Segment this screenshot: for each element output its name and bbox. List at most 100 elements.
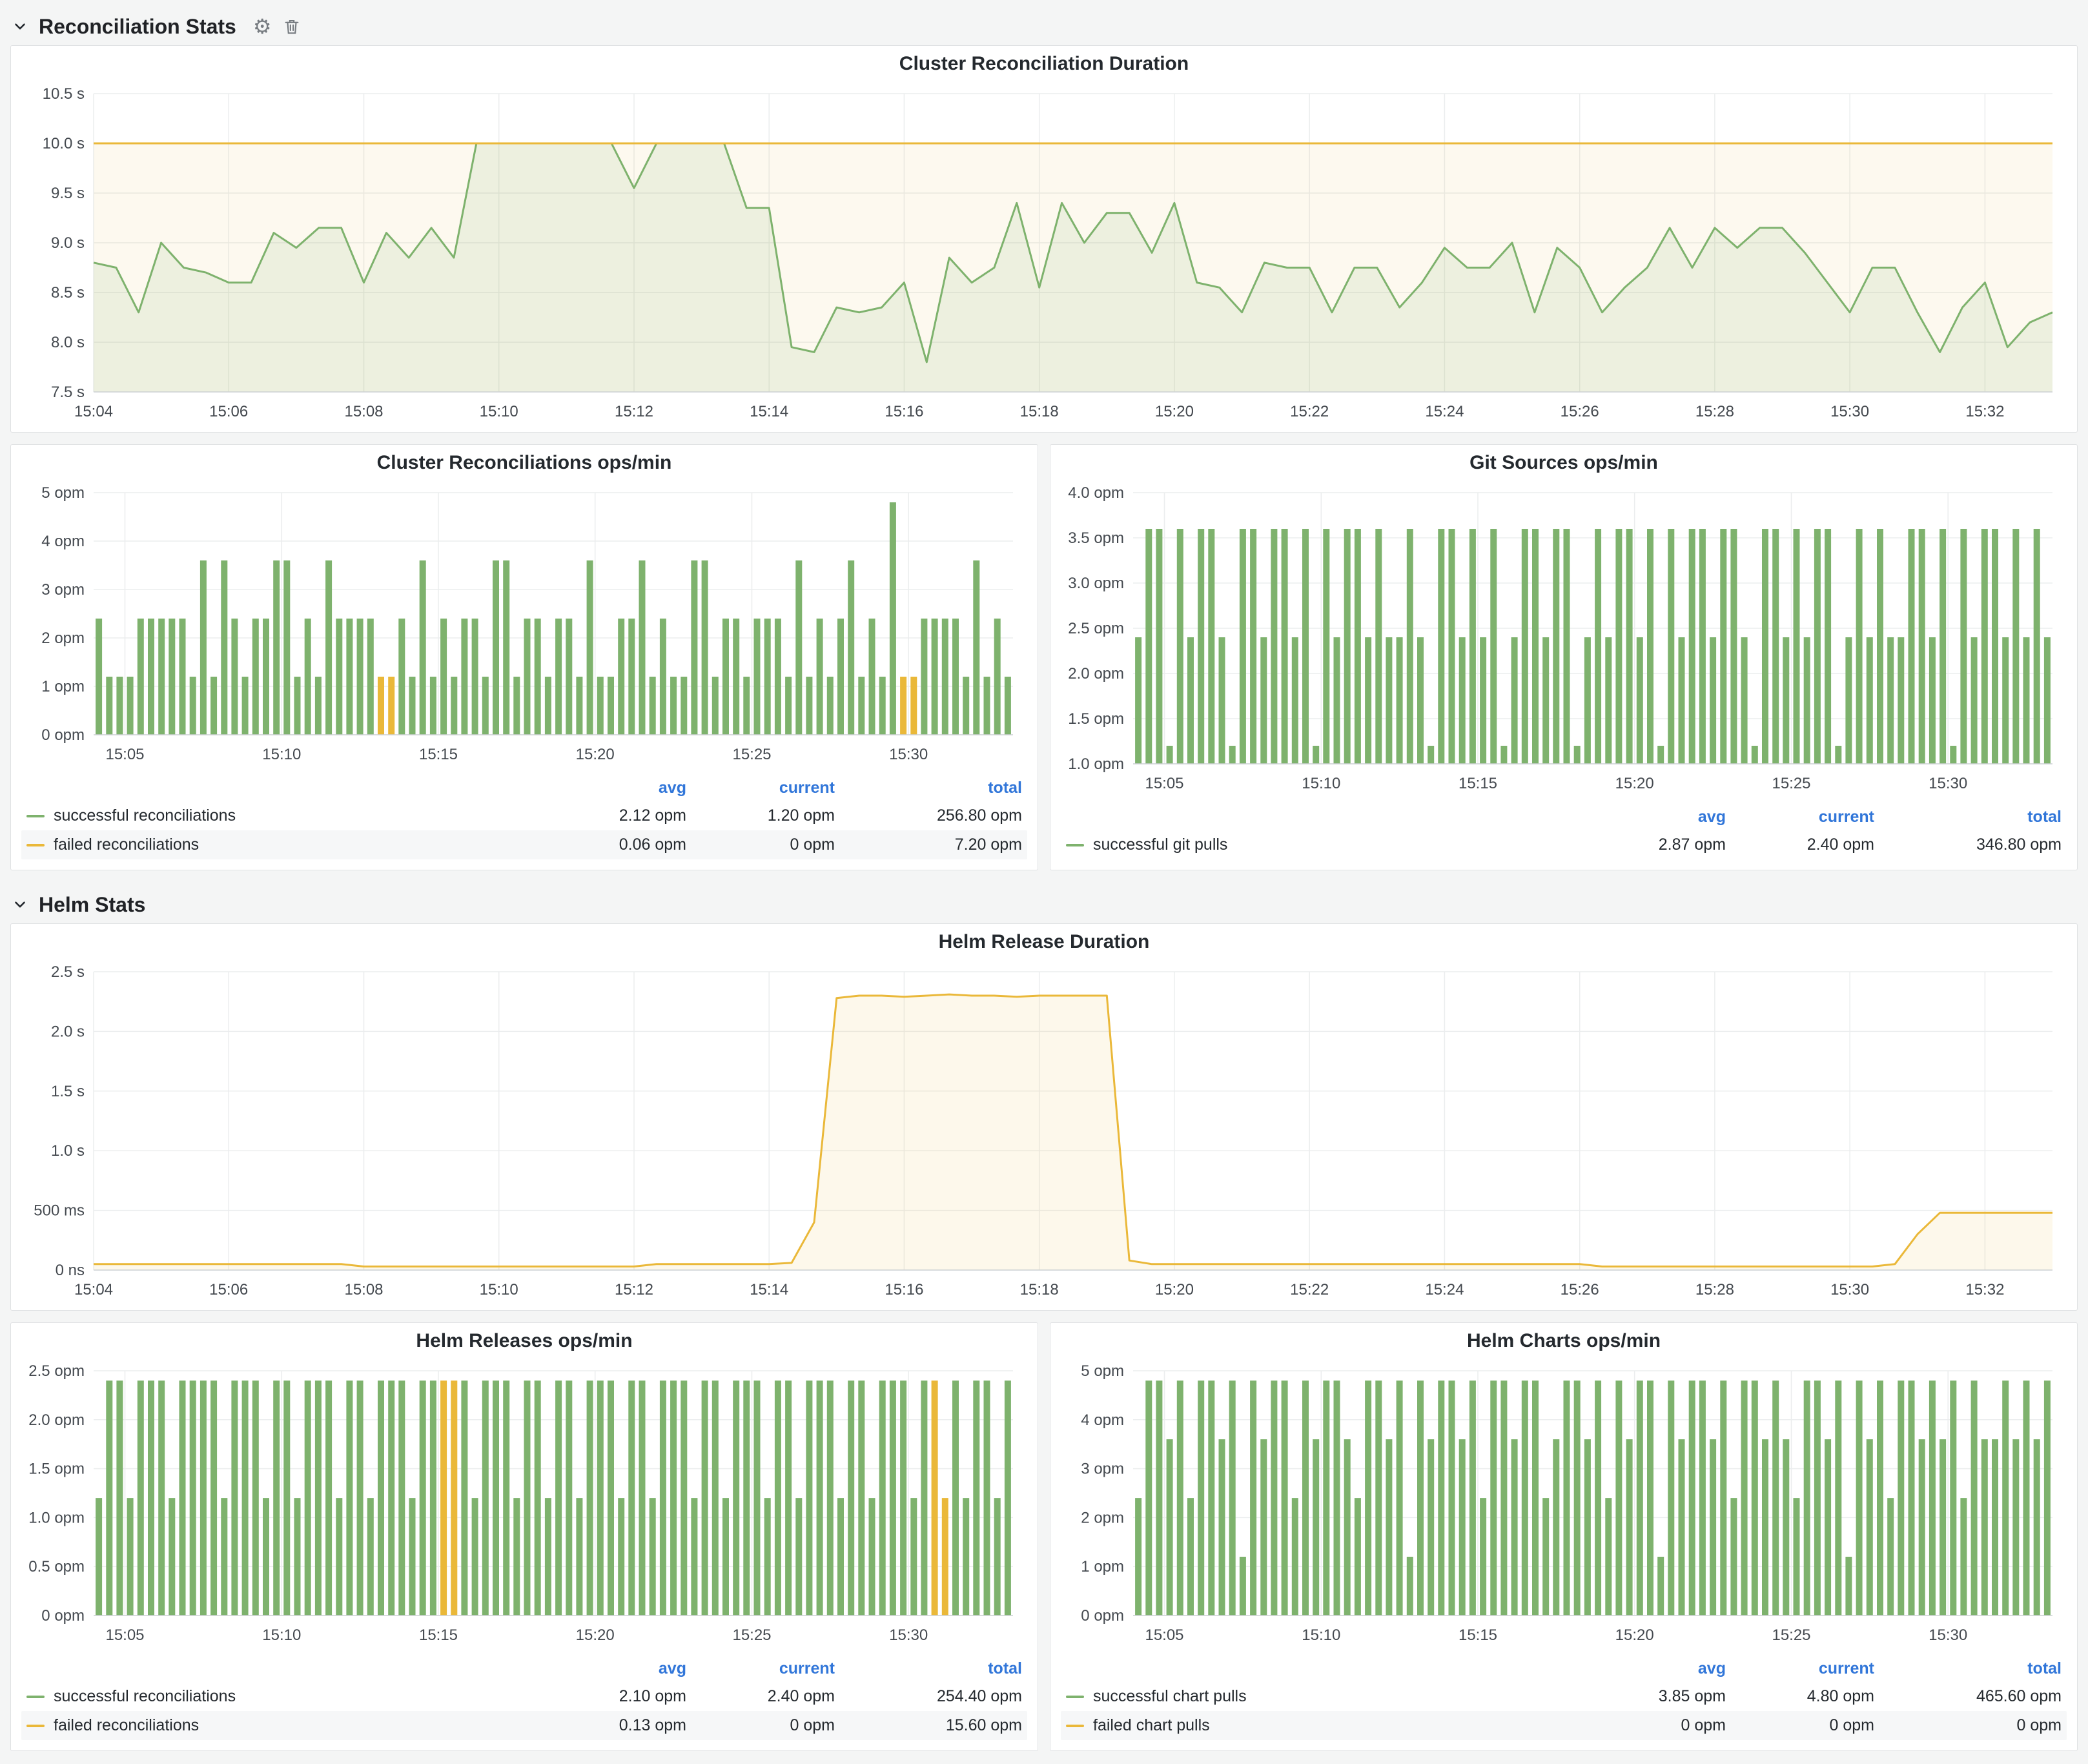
svg-text:15:22: 15:22 [1290,403,1329,420]
legend-column-current[interactable]: current [1726,808,1874,826]
panel-header[interactable]: Cluster Reconciliations ops/min [11,445,1038,481]
legend-column-current[interactable]: current [1726,1659,1874,1678]
svg-text:15:28: 15:28 [1695,1281,1734,1298]
legend-column-avg[interactable]: avg [1577,1659,1726,1678]
svg-text:15:24: 15:24 [1425,1281,1464,1298]
panel-header[interactable]: Helm Release Duration [11,924,2077,960]
git-sources-opm-chart[interactable]: 1.0 opm1.5 opm2.0 opm2.5 opm3.0 opm3.5 o… [1057,481,2071,804]
svg-text:3 opm: 3 opm [41,581,85,599]
svg-text:15:04: 15:04 [74,1281,113,1298]
legend-column-current[interactable]: current [686,1659,835,1678]
legend-header: avgcurrenttotal [21,777,1027,801]
legend: avgcurrenttotal successful chart pulls3.8… [1050,1656,2077,1750]
svg-text:15:05: 15:05 [105,1626,144,1644]
legend-value: 2.40 opm [686,1687,835,1706]
panel-header[interactable]: Helm Charts ops/min [1050,1323,2077,1359]
svg-text:3.0 opm: 3.0 opm [1068,575,1124,592]
svg-text:15:20: 15:20 [1615,775,1654,792]
legend-value: 0 opm [1874,1716,2062,1735]
panel-title[interactable]: Helm Release Duration [939,931,1150,953]
svg-text:1.5 opm: 1.5 opm [28,1461,85,1478]
panel-title[interactable]: Helm Releases ops/min [416,1330,632,1352]
svg-text:15:26: 15:26 [1561,1281,1599,1298]
svg-text:15:18: 15:18 [1020,1281,1059,1298]
svg-text:15:10: 15:10 [1302,1626,1340,1644]
svg-text:15:30: 15:30 [889,746,928,763]
dashboard: Reconciliation Stats ⚙ Cluster Reconcili… [0,0,2088,1764]
legend-value: 0 opm [686,1716,835,1735]
legend-column-avg[interactable]: avg [538,1659,686,1678]
legend-series-name[interactable]: failed reconciliations [26,1716,538,1735]
section-header-helm-stats[interactable]: Helm Stats [12,886,2078,923]
svg-text:4.0 opm: 4.0 opm [1068,484,1124,502]
legend-value: 465.60 opm [1874,1687,2062,1706]
panel-header[interactable]: Git Sources ops/min [1050,445,2077,481]
legend-series-name[interactable]: successful reconciliations [26,1687,538,1706]
legend-series-name[interactable]: failed chart pulls [1066,1716,1577,1735]
legend-row: failed chart pulls0 opm0 opm0 opm [1061,1711,2067,1740]
cluster-reconciliation-duration-chart[interactable]: 7.5 s8.0 s8.5 s9.0 s9.5 s10.0 s10.5 s15:… [17,82,2071,432]
legend-column-avg[interactable]: avg [1577,808,1726,826]
legend-column-total[interactable]: total [1874,1659,2062,1678]
svg-text:15:22: 15:22 [1290,1281,1329,1298]
gear-icon[interactable]: ⚙ [253,16,272,37]
legend: avgcurrenttotal successful reconciliation… [11,775,1038,870]
legend-series-name[interactable]: successful git pulls [1066,836,1577,854]
svg-text:15:26: 15:26 [1561,403,1599,420]
legend-value: 0 opm [1726,1716,1874,1735]
svg-text:15:32: 15:32 [1965,403,2004,420]
svg-text:0 ns: 0 ns [56,1262,85,1279]
svg-text:2.5 opm: 2.5 opm [1068,620,1124,637]
svg-text:7.5 s: 7.5 s [51,384,85,401]
helm-release-duration-chart[interactable]: 0 ns500 ms1.0 s1.5 s2.0 s2.5 s15:0415:06… [17,960,2071,1310]
panel-header[interactable]: Cluster Reconciliation Duration [11,46,2077,82]
legend-series-name[interactable]: failed reconciliations [26,836,538,854]
chart-svg: 0 opm1 opm2 opm3 opm4 opm5 opm15:0515:10… [17,481,1031,775]
svg-text:3 opm: 3 opm [1081,1461,1124,1478]
section-title[interactable]: Helm Stats [39,893,145,917]
svg-text:15:10: 15:10 [1302,775,1340,792]
svg-text:15:10: 15:10 [480,1281,518,1298]
svg-text:2.0 s: 2.0 s [51,1023,85,1040]
legend-series-name[interactable]: successful reconciliations [26,806,538,825]
cluster-reconciliations-opm-chart[interactable]: 0 opm1 opm2 opm3 opm4 opm5 opm15:0515:10… [17,481,1031,775]
svg-text:15:12: 15:12 [615,403,653,420]
legend-row: successful chart pulls3.85 opm4.80 opm46… [1061,1682,2067,1711]
chevron-down-icon[interactable] [12,18,28,35]
section-header-reconciliation-stats[interactable]: Reconciliation Stats ⚙ [12,8,2078,45]
legend-series-name[interactable]: successful chart pulls [1066,1687,1577,1706]
chart-svg: 0 opm0.5 opm1.0 opm1.5 opm2.0 opm2.5 opm… [17,1359,1031,1656]
chevron-down-icon[interactable] [12,896,28,913]
legend-value: 0.13 opm [538,1716,686,1735]
svg-text:15:16: 15:16 [885,1281,923,1298]
helm-charts-opm-chart[interactable]: 0 opm1 opm2 opm3 opm4 opm5 opm15:0515:10… [1057,1359,2071,1656]
legend-header: avgcurrenttotal [21,1658,1027,1682]
legend-value: 2.87 opm [1577,836,1726,854]
legend: avgcurrenttotal successful reconciliation… [11,1656,1038,1750]
trash-icon[interactable] [282,17,302,36]
section-title[interactable]: Reconciliation Stats [39,15,236,39]
svg-text:15:30: 15:30 [1929,775,1967,792]
chart-svg: 0 opm1 opm2 opm3 opm4 opm5 opm15:0515:10… [1057,1359,2071,1656]
panel-title[interactable]: Git Sources ops/min [1469,452,1658,474]
helm-releases-opm-chart[interactable]: 0 opm0.5 opm1.0 opm1.5 opm2.0 opm2.5 opm… [17,1359,1031,1656]
legend-value: 0 opm [686,836,835,854]
svg-text:10.5 s: 10.5 s [43,85,85,103]
panel-header[interactable]: Helm Releases ops/min [11,1323,1038,1359]
legend-column-total[interactable]: total [835,779,1022,797]
panel-title[interactable]: Helm Charts ops/min [1467,1330,1661,1352]
svg-text:15:28: 15:28 [1695,403,1734,420]
panel-title[interactable]: Cluster Reconciliations ops/min [377,452,672,474]
legend-column-total[interactable]: total [1874,808,2062,826]
svg-text:15:20: 15:20 [576,746,615,763]
legend-column-current[interactable]: current [686,779,835,797]
legend-column-total[interactable]: total [835,1659,1022,1678]
svg-text:5 opm: 5 opm [1081,1362,1124,1380]
legend-row: failed reconciliations0.06 opm0 opm7.20 … [21,830,1027,859]
svg-text:2 opm: 2 opm [41,630,85,647]
svg-text:4 opm: 4 opm [1081,1411,1124,1429]
svg-text:15:20: 15:20 [1615,1626,1654,1644]
legend-column-avg[interactable]: avg [538,779,686,797]
panel-title[interactable]: Cluster Reconciliation Duration [899,53,1189,75]
svg-text:10.0 s: 10.0 s [43,135,85,152]
